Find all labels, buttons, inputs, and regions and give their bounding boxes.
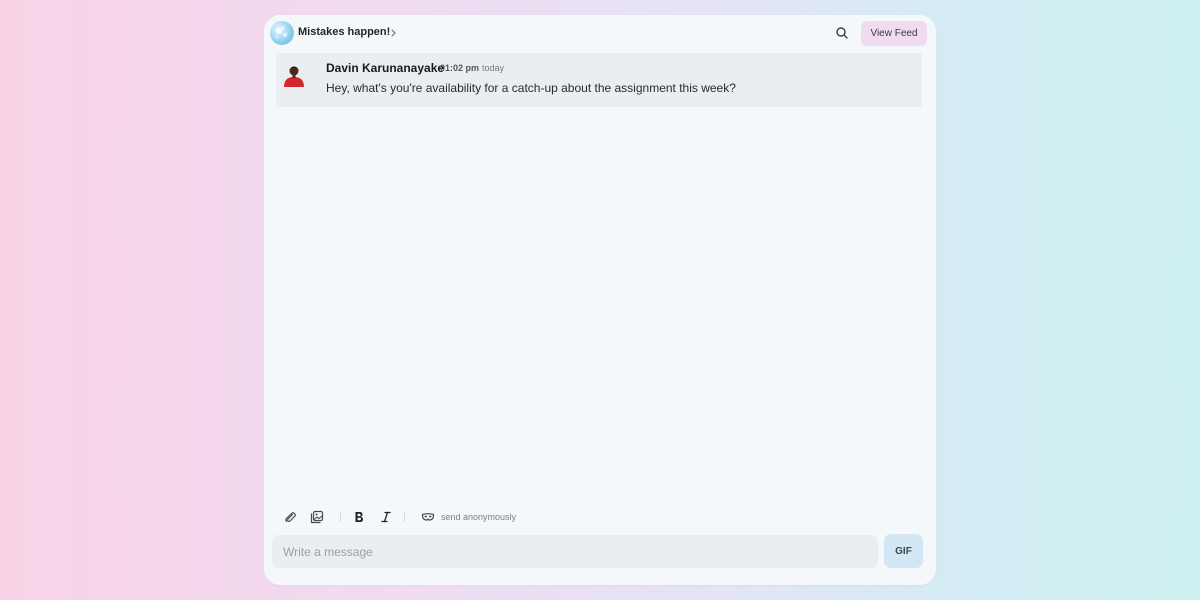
message-day: today xyxy=(482,63,505,73)
toolbar-divider xyxy=(340,512,341,522)
message-input[interactable] xyxy=(272,535,878,568)
message-time: 01:02 pm xyxy=(440,63,480,73)
image-icon[interactable] xyxy=(310,510,324,524)
group-avatar[interactable] xyxy=(270,21,294,45)
mask-icon[interactable] xyxy=(421,510,435,524)
chat-panel: Mistakes happen! View Feed Davin Karunan… xyxy=(264,15,936,585)
chevron-right-icon[interactable] xyxy=(389,27,399,39)
composer-toolbar: send anonymously xyxy=(264,505,936,529)
user-avatar[interactable] xyxy=(282,62,306,88)
paperclip-icon[interactable] xyxy=(283,510,297,524)
chat-header: Mistakes happen! View Feed xyxy=(264,15,936,51)
bold-icon[interactable] xyxy=(352,510,366,524)
search-icon[interactable] xyxy=(835,26,849,40)
group-title[interactable]: Mistakes happen! xyxy=(298,26,390,38)
toolbar-divider xyxy=(404,512,405,522)
message-text: Hey, what's you're availability for a ca… xyxy=(326,81,736,95)
send-anonymously-toggle[interactable]: send anonymously xyxy=(441,512,516,522)
group-avatar-image xyxy=(275,26,288,39)
message-item: Davin Karunanayake 01:02 pm today Hey, w… xyxy=(276,53,922,107)
view-feed-button[interactable]: View Feed xyxy=(861,21,927,46)
message-composer xyxy=(272,535,878,568)
message-author[interactable]: Davin Karunanayake xyxy=(326,61,444,75)
gif-button[interactable]: GIF xyxy=(884,534,923,568)
italic-icon[interactable] xyxy=(379,510,393,524)
